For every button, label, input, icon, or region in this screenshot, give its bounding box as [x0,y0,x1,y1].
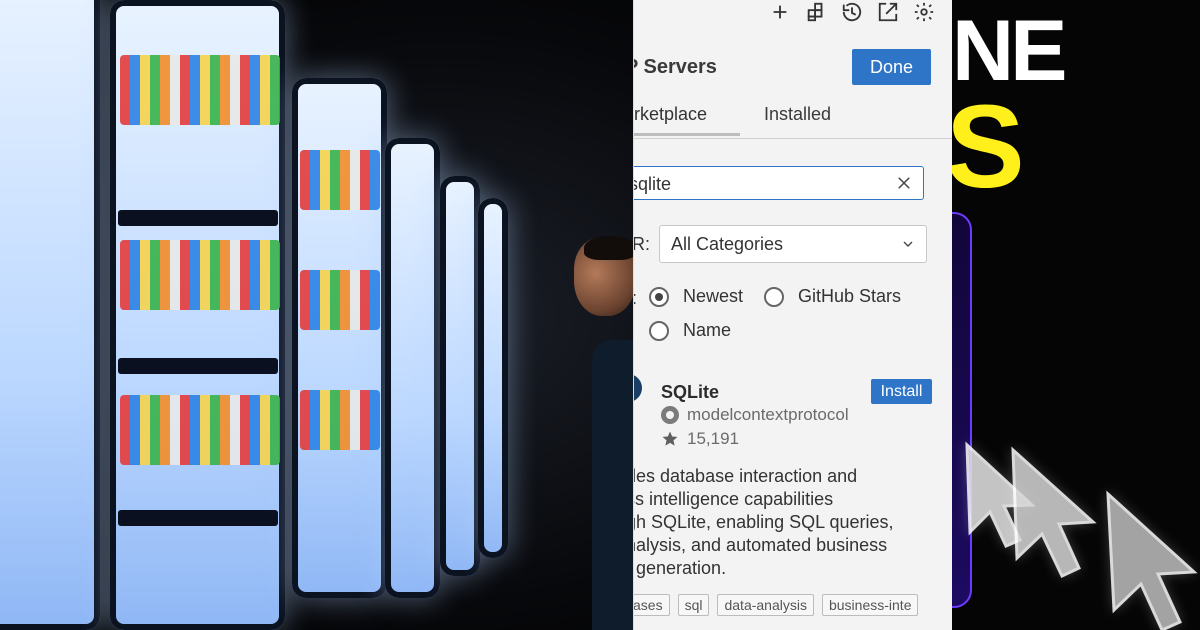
mcp-servers-panel: P Servers Done arketplace Installed sqli… [633,0,954,630]
search-value: sqlite [633,174,672,194]
search-input[interactable]: sqlite [633,166,924,200]
github-icon [661,406,679,424]
shelf [118,510,278,526]
install-button[interactable]: Install [871,379,932,404]
category-filter-label: R: [633,234,650,254]
product-row [120,240,280,310]
server-avatar-icon [634,374,642,402]
cursor-icon [1011,446,1097,578]
server-name: SQLite [661,382,720,402]
product-row [300,270,380,330]
promo-background: NE S [952,0,1200,630]
vending-machine [0,0,100,630]
description-line: des database interaction and [633,466,858,486]
sort-label: : [634,288,637,309]
extensions-icon[interactable] [805,1,827,23]
tag[interactable]: data-analysis [717,594,814,616]
sort-newest-label: Newest [683,286,744,306]
active-tab-indicator [634,133,740,136]
radio-unselected-icon [649,320,669,341]
tag[interactable]: sql [677,594,710,616]
radio-selected-icon [649,286,669,307]
person-torso [592,340,633,630]
server-owner-row: modelcontextprotocol [661,405,849,425]
gear-icon[interactable] [913,1,935,23]
history-icon[interactable] [841,1,863,23]
shelf [118,358,278,374]
category-select[interactable]: All Categories [659,225,927,263]
sort-github-stars-label: GitHub Stars [798,286,902,306]
server-description: des database interaction and ss intellig… [633,465,931,580]
done-button[interactable]: Done [852,49,931,85]
server-owner: modelcontextprotocol [687,405,849,424]
product-row [120,55,280,125]
vending-machines-photo [0,0,633,630]
sort-github-stars-radio[interactable]: GitHub Stars [764,286,901,307]
product-row [300,390,380,450]
tag[interactable]: business-inte [821,594,919,616]
description-line: gh SQLite, enabling SQL queries, [633,512,894,532]
promo-headline-yellow: S [952,81,1025,213]
description-line: nalysis, and automated business [633,535,888,555]
chevron-down-icon [900,236,916,252]
cursor-icon [1106,490,1198,630]
category-select-value: All Categories [671,234,784,254]
panel-title: P Servers [633,56,717,78]
top-toolbar [769,0,935,24]
server-stars: 15,191 [687,429,739,448]
close-icon[interactable] [895,174,913,192]
person-hair [584,236,633,260]
sort-name-radio[interactable]: Name [649,320,731,341]
server-stars-row: 15,191 [661,429,849,449]
sort-newest-radio[interactable]: Newest [649,286,743,307]
server-meta: modelcontextprotocol 15,191 [661,405,849,449]
product-row [300,150,380,210]
sort-name-label: Name [683,320,732,340]
tag[interactable]: ases [634,594,670,616]
description-line: ss intelligence capabilities [633,489,834,509]
plus-icon[interactable] [769,1,791,23]
star-icon [661,430,679,448]
server-tags: ases sql data-analysis business-inte [634,594,919,616]
vending-machine [478,198,508,558]
open-external-icon[interactable] [877,1,899,23]
tabs: arketplace Installed [634,98,953,139]
radio-unselected-icon [764,286,784,307]
shelf [118,210,278,226]
tab-marketplace[interactable]: arketplace [634,104,707,125]
description-line: t generation. [633,558,727,578]
vending-machine [385,138,440,598]
vending-machine [440,176,480,576]
product-row [120,395,280,465]
tab-installed[interactable]: Installed [764,104,831,125]
